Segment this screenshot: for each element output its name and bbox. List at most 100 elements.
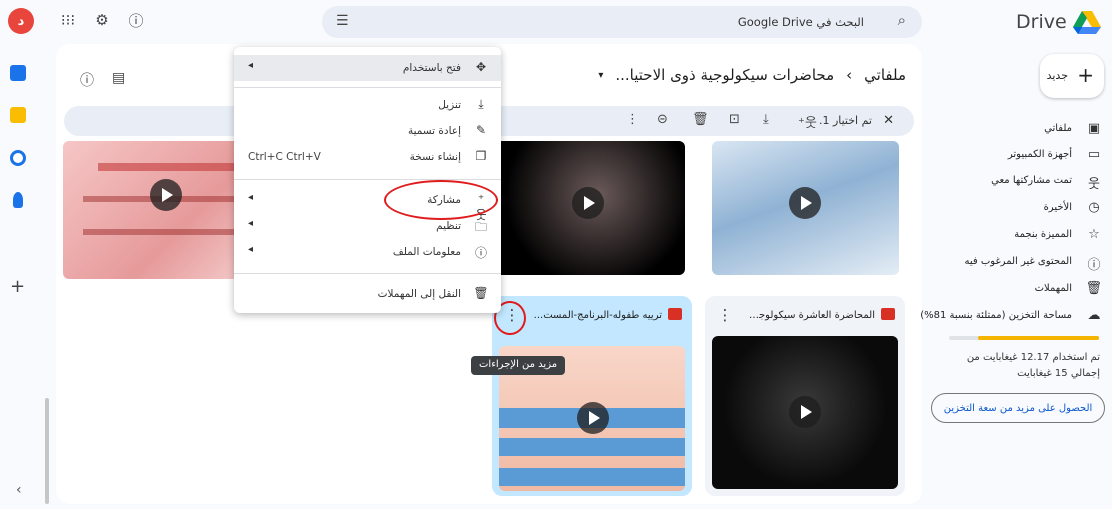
menu-item-download[interactable]: ⤓ تنزيل [234, 92, 501, 118]
search-placeholder: البحث في Google Drive [737, 15, 864, 29]
more-actions-icon[interactable]: ⋮ [715, 304, 735, 326]
tooltip: مزيد من الإجراءات [471, 356, 566, 375]
play-icon[interactable] [789, 187, 821, 219]
view-controls: ⓘ ▤ [80, 70, 125, 90]
play-icon[interactable] [150, 179, 182, 211]
sidebar-item-storage[interactable]: ☁ مساحة التخزين (ممتلئة بنسبة 81%) [920, 304, 1112, 328]
sidebar-item-label: المميزة بنجمة [1014, 229, 1072, 240]
get-more-storage-button[interactable]: الحصول على مزيد من سعة التخزين [931, 393, 1105, 423]
sidebar-item-computers[interactable]: ▭ أجهزة الكمبيوتر [930, 143, 1112, 167]
trash-icon: 🗑 [1085, 281, 1102, 296]
breadcrumb-folder[interactable]: محاضرات سيكولوجية ذوى الاحتيا... [615, 66, 834, 84]
sidebar-item-starred[interactable]: ☆ المميزة بنجمة [930, 223, 1112, 247]
new-button[interactable]: + جديد [1040, 54, 1104, 98]
side-panel-rail: + ‹ [0, 50, 36, 509]
info-icon: ⓘ [474, 246, 487, 260]
divider [234, 87, 501, 88]
sidebar-item-label: أجهزة الكمبيوتر [1007, 149, 1072, 160]
context-menu: ✥ فتح باستخدام ◂ ⤓ تنزيل ✎ إعادة تسمية ❐… [234, 47, 501, 313]
divider [234, 273, 501, 274]
breadcrumb-separator: › [846, 66, 853, 84]
plus-icon: + [1077, 63, 1094, 87]
copy-icon: ❐ [475, 149, 487, 163]
thumbnail-text [98, 163, 238, 171]
breadcrumb: ملفاتي › محاضرات سيكولوجية ذوى الاحتيا..… [598, 66, 906, 84]
keep-icon[interactable] [10, 107, 26, 123]
apps-grid-icon[interactable]: ⁝⁝⁝ [58, 10, 78, 30]
top-bar: د ⁝⁝⁝ ⚙ ⓘ ☰ البحث في Google Drive ⌕ Driv… [0, 0, 1112, 44]
contacts-icon[interactable] [13, 192, 23, 208]
submenu-arrow-icon: ◂ [248, 218, 254, 229]
play-icon[interactable] [789, 396, 821, 428]
calendar-icon[interactable] [10, 65, 26, 81]
account-avatar[interactable]: د [8, 8, 34, 34]
menu-item-label: إعادة تسمية [407, 125, 461, 137]
submenu-arrow-icon: ◂ [248, 244, 254, 255]
menu-item-move-to-trash[interactable]: 🗑 النقل إلى المهملات [234, 281, 501, 307]
storage-progress-fill [977, 336, 1099, 340]
list-view-icon[interactable]: ▤ [112, 70, 125, 90]
submenu-arrow-icon: ◂ [248, 60, 254, 71]
thumbnail-text [499, 468, 685, 486]
star-icon: ☆ [1088, 227, 1100, 242]
trash-icon: 🗑 [473, 286, 489, 300]
delete-icon[interactable]: 🗑 [692, 112, 709, 127]
organize-icon: 🗀 [474, 220, 487, 234]
play-icon[interactable] [577, 402, 609, 434]
menu-item-make-copy[interactable]: ❐ إنشاء نسخة Ctrl+C Ctrl+V [234, 144, 501, 170]
search-options-icon[interactable]: ☰ [336, 13, 349, 29]
collapse-panel-icon[interactable]: ‹ [16, 482, 22, 498]
thumbnail-text [499, 438, 685, 456]
share-person-icon[interactable]: ⁺웃 [798, 112, 817, 131]
sidebar-item-label: تمت مشاركتها معي [991, 175, 1072, 186]
file-thumbnail[interactable] [712, 141, 899, 275]
help-circle-icon[interactable]: ⓘ [126, 10, 146, 30]
menu-item-label: النقل إلى المهملات [377, 288, 461, 300]
file-thumbnail[interactable] [712, 336, 898, 489]
info-icon[interactable]: ⓘ [80, 70, 94, 90]
menu-item-label: فتح باستخدام [402, 62, 461, 74]
shared-people-icon: 웃 [1088, 177, 1100, 192]
menu-item-file-info[interactable]: ⓘ معلومات الملف ◂ [234, 239, 501, 265]
menu-item-label: إنشاء نسخة [409, 151, 461, 163]
sidebar-item-shared[interactable]: 웃 تمت مشاركتها معي [930, 169, 1112, 193]
storage-usage-text: تم استخدام 12.17 غيغابايت من إجمالي 15 غ… [966, 352, 1100, 379]
sidebar-item-recent[interactable]: ◷ الأخيرة [930, 196, 1112, 220]
more-vert-icon[interactable]: ⋮ [626, 112, 639, 127]
computer-icon: ▭ [1087, 147, 1101, 162]
gear-icon[interactable]: ⚙ [92, 10, 112, 30]
sidebar-item-label: المحتوى غير المرغوب فيه [964, 256, 1072, 267]
drive-brand[interactable]: Drive [1016, 8, 1101, 36]
file-name: ترييه طفوله-البرنامج-المست... [533, 310, 662, 321]
sidebar-item-label: الأخيرة [1043, 202, 1072, 213]
rename-icon: ✎ [475, 123, 487, 137]
sidebar-item-spam[interactable]: ⓘ المحتوى غير المرغوب فيه [930, 250, 1112, 274]
menu-shortcut: Ctrl+C Ctrl+V [248, 151, 321, 163]
link-icon[interactable]: ⊝ [657, 112, 668, 127]
download-icon[interactable]: ⤓ [763, 112, 769, 127]
menu-item-open-with[interactable]: ✥ فتح باستخدام ◂ [234, 55, 501, 81]
search-icon[interactable]: ⌕ [898, 11, 906, 29]
my-drive-icon: ▣ [1087, 121, 1101, 136]
file-thumbnail[interactable] [492, 141, 685, 275]
chevron-down-icon[interactable]: ▾ [598, 70, 603, 81]
sidebar-item-my-drive[interactable]: ▣ ملفاتي [930, 117, 1112, 141]
sidebar-item-trash[interactable]: 🗑 المهملات [930, 277, 1112, 301]
file-card[interactable]: المحاضرة العاشرة سيكولوجي... ⋮ [705, 296, 905, 496]
file-name: المحاضرة العاشرة سيكولوجي... [745, 310, 875, 321]
add-addon-icon[interactable]: + [10, 276, 25, 297]
clear-selection-icon[interactable]: ✕ [883, 113, 894, 128]
video-file-icon [668, 308, 682, 320]
breadcrumb-root[interactable]: ملفاتي [864, 66, 906, 84]
open-with-icon: ✥ [475, 60, 487, 74]
move-icon[interactable]: ⊡ [729, 112, 740, 127]
tasks-icon[interactable] [10, 150, 26, 166]
clock-icon: ◷ [1088, 200, 1100, 215]
video-file-icon [881, 308, 895, 320]
drive-logo-icon [1072, 11, 1101, 34]
search-bar[interactable]: ☰ البحث في Google Drive ⌕ [322, 6, 922, 38]
spam-icon: ⓘ [1087, 258, 1101, 273]
play-icon[interactable] [572, 187, 604, 219]
scrollbar[interactable] [45, 398, 49, 504]
menu-item-rename[interactable]: ✎ إعادة تسمية [234, 118, 501, 144]
